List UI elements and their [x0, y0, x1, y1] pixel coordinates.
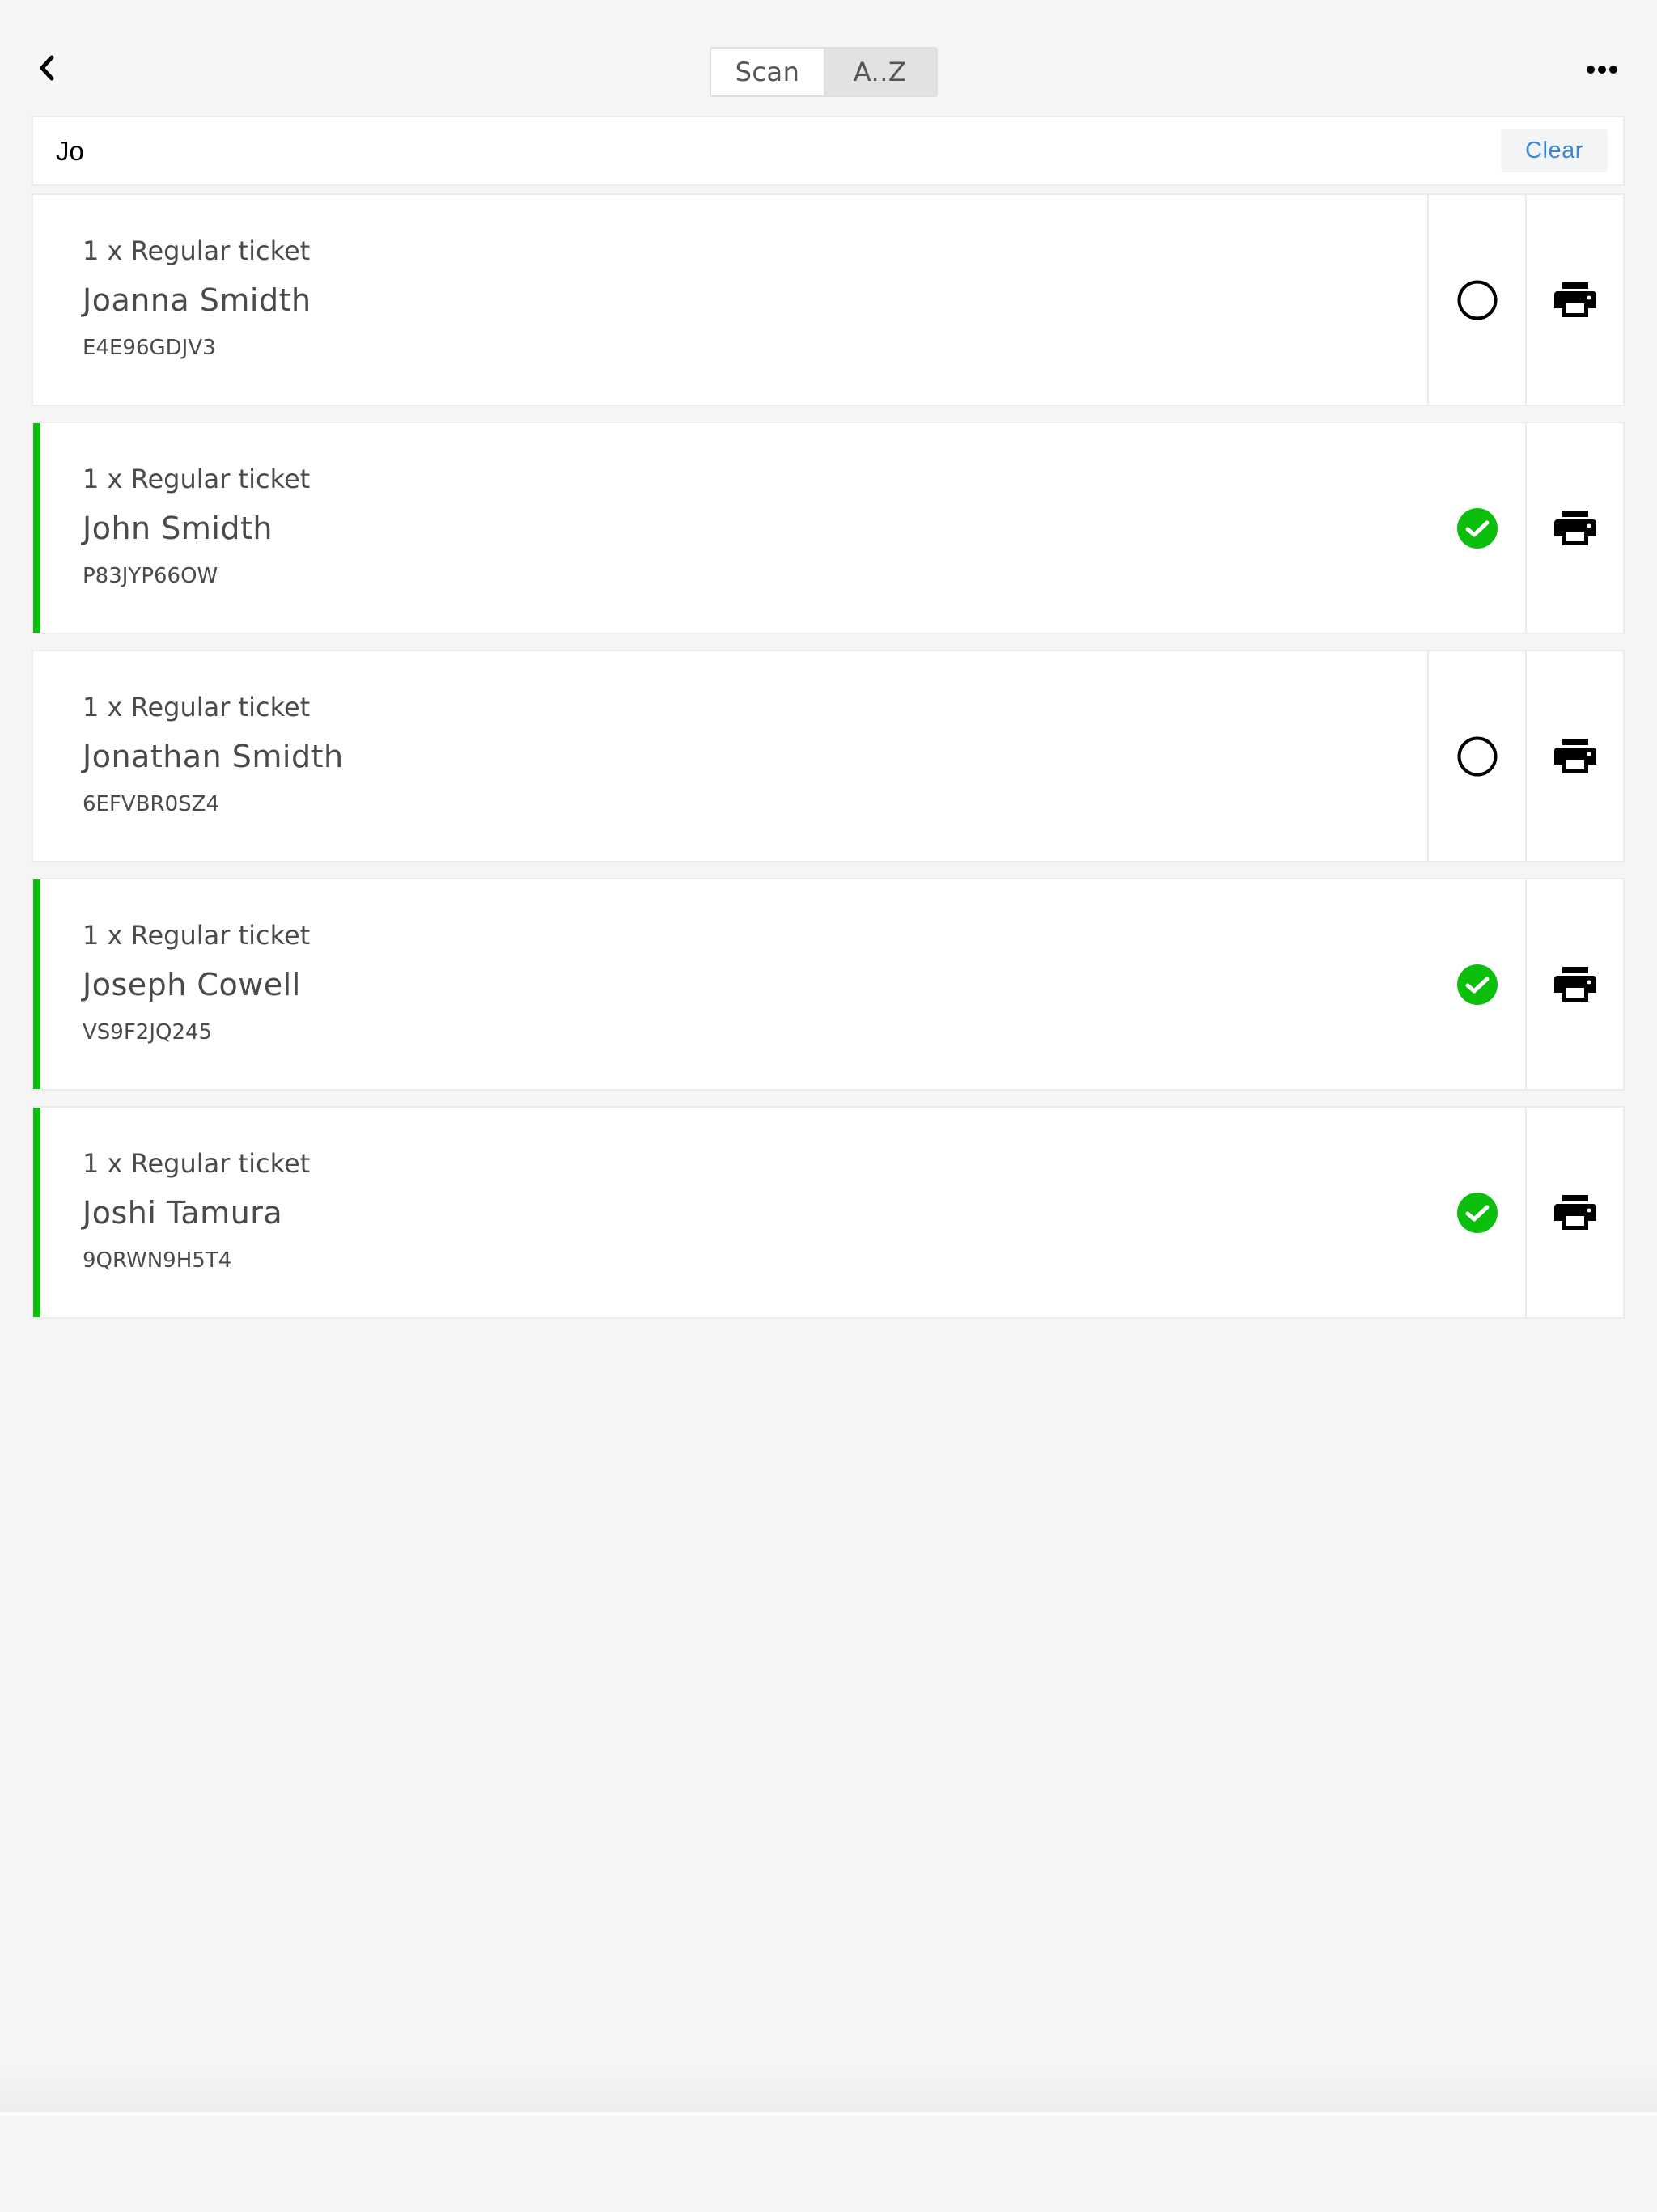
search-box: Clear [33, 117, 1623, 184]
print-button[interactable] [1525, 1108, 1623, 1317]
bottom-bar [0, 2113, 1657, 2212]
check-in-toggle[interactable] [1429, 1108, 1525, 1317]
check-circle-icon [1456, 1192, 1498, 1233]
check-in-toggle[interactable] [1427, 195, 1525, 405]
print-button[interactable] [1525, 195, 1623, 405]
ticket-type: 1 x Regular ticket [83, 1148, 311, 1179]
ticket-info[interactable]: 1 x Regular ticket John Smidth P83JYP66O… [33, 423, 1429, 633]
check-circle-icon [1456, 507, 1498, 549]
ticket-code: VS9F2JQ245 [83, 1020, 213, 1045]
ticket-row: 1 x Regular ticket John Smidth P83JYP66O… [33, 423, 1623, 633]
attendee-name: Jonathan Smidth [83, 739, 344, 774]
empty-circle-icon [1457, 280, 1497, 320]
ticket-code: 6EFVBR0SZ4 [83, 792, 220, 816]
print-button[interactable] [1525, 423, 1623, 633]
view-mode-segmented-control: Scan A..Z [710, 47, 938, 97]
ellipsis-icon [1587, 66, 1617, 74]
ticket-row: 1 x Regular ticket Joshi Tamura 9QRWN9H5… [33, 1108, 1623, 1317]
ticket-info[interactable]: 1 x Regular ticket Joshi Tamura 9QRWN9H5… [33, 1108, 1429, 1317]
printer-icon [1553, 1194, 1596, 1230]
segment-scan[interactable]: Scan [711, 49, 824, 95]
attendee-name: Joshi Tamura [83, 1195, 283, 1231]
empty-circle-icon [1457, 736, 1497, 776]
ticket-type: 1 x Regular ticket [83, 235, 311, 266]
back-button[interactable] [28, 44, 66, 92]
ticket-row: 1 x Regular ticket Jonathan Smidth 6EFVB… [33, 651, 1623, 861]
printer-icon [1553, 738, 1596, 773]
attendee-name: John Smidth [83, 511, 273, 546]
ticket-info[interactable]: 1 x Regular ticket Jonathan Smidth 6EFVB… [33, 651, 1427, 861]
ticket-row: 1 x Regular ticket Joseph Cowell VS9F2JQ… [33, 879, 1623, 1089]
print-button[interactable] [1525, 651, 1623, 861]
ticket-info[interactable]: 1 x Regular ticket Joanna Smidth E4E96GD… [33, 195, 1427, 405]
ticket-code: E4E96GDJV3 [83, 336, 216, 360]
ticket-list: 1 x Regular ticket Joanna Smidth E4E96GD… [33, 195, 1623, 1336]
ticket-code: 9QRWN9H5T4 [83, 1248, 232, 1273]
print-button[interactable] [1525, 879, 1623, 1089]
ticket-type: 1 x Regular ticket [83, 692, 311, 723]
check-in-toggle[interactable] [1427, 651, 1525, 861]
search-input[interactable] [56, 117, 1472, 184]
bottom-shadow [0, 2063, 1657, 2112]
chevron-left-icon [40, 55, 54, 81]
attendee-name: Joanna Smidth [83, 282, 311, 318]
ticket-type: 1 x Regular ticket [83, 920, 311, 951]
check-circle-icon [1456, 964, 1498, 1005]
ticket-code: P83JYP66OW [83, 564, 218, 588]
printer-icon [1553, 282, 1596, 317]
check-in-toggle[interactable] [1429, 423, 1525, 633]
more-options-button[interactable] [1578, 52, 1626, 87]
ticket-info[interactable]: 1 x Regular ticket Joseph Cowell VS9F2JQ… [33, 879, 1429, 1089]
attendee-name: Joseph Cowell [83, 967, 301, 1002]
ticket-type: 1 x Regular ticket [83, 464, 311, 494]
ticket-row: 1 x Regular ticket Joanna Smidth E4E96GD… [33, 195, 1623, 405]
printer-icon [1553, 510, 1596, 545]
segment-a-z[interactable]: A..Z [824, 49, 936, 95]
check-in-toggle[interactable] [1429, 879, 1525, 1089]
clear-search-button[interactable]: Clear [1501, 129, 1608, 172]
printer-icon [1553, 966, 1596, 1002]
